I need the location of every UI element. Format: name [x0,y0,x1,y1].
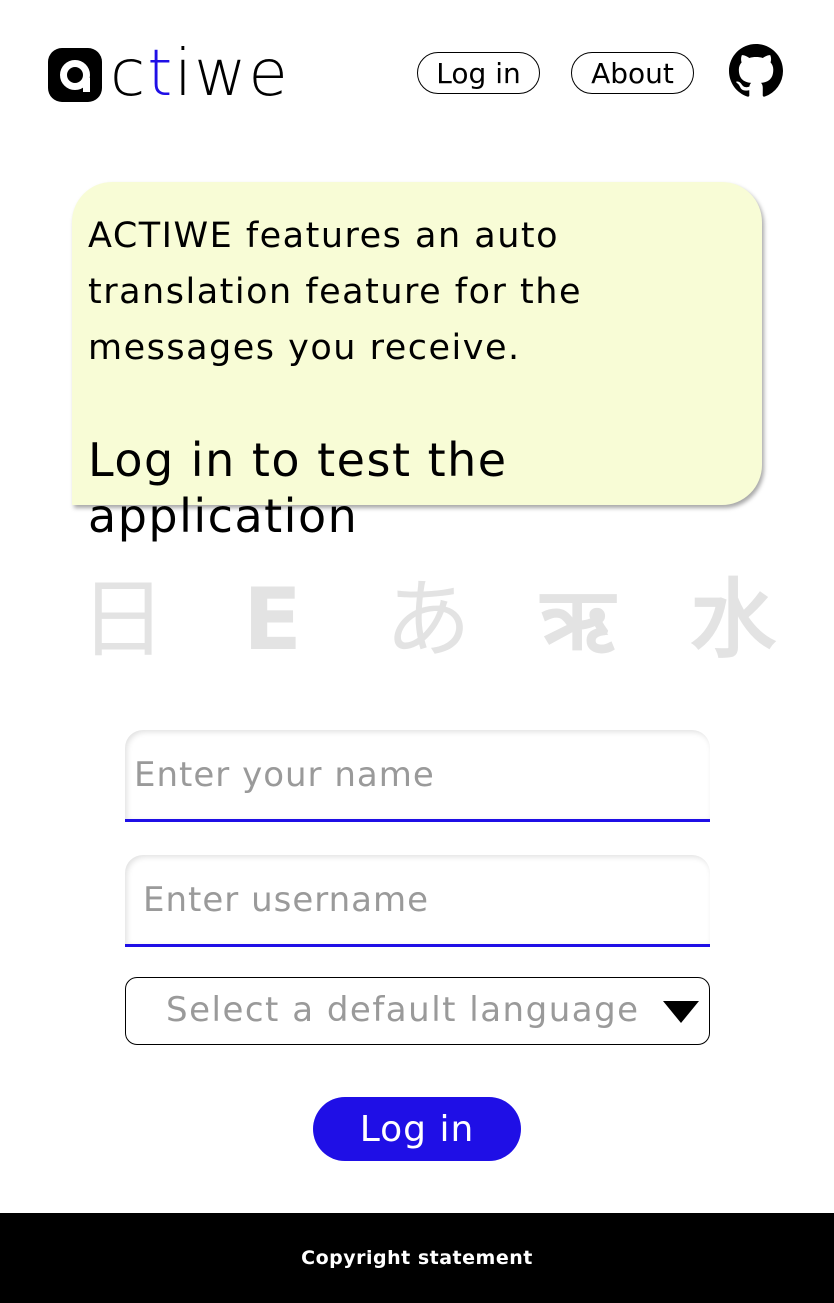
actiwe-logo[interactable]: ctiwe [48,34,290,106]
login-page: ctiwe Log in About ACTIWE features an au… [0,0,834,1303]
name-input[interactable] [125,730,710,819]
nav-login-button[interactable]: Log in [417,52,540,94]
nav-about-button[interactable]: About [571,52,694,94]
language-select-placeholder: Select a default language [166,990,640,1030]
logo-a-mark [48,48,102,102]
glyph-latin: E [243,570,302,670]
info-bubble: ACTIWE features an auto translation feat… [72,182,762,543]
language-select[interactable]: Select a default language [125,977,710,1045]
copyright-text: Copyright statement [301,1247,533,1269]
username-field [125,855,710,947]
glyph-japanese: あ [385,570,471,670]
glyph-chinese: 日 [80,570,166,670]
logo-text-iwe: iwe [174,37,290,111]
login-submit-button[interactable]: Log in [313,1097,521,1161]
username-input[interactable] [125,855,710,944]
logo-text-t: t [147,37,175,111]
glyph-kanji-water: 水 [690,570,776,670]
logo-text-c: c [110,37,148,111]
name-field [125,730,710,822]
feature-description: ACTIWE features an auto translation feat… [88,216,582,368]
login-call-to-action: Log in to test the application [88,433,508,543]
language-glyphs: 日 E あ ऋ 水 [80,565,776,675]
glyph-devanagari: ऋ [540,570,615,670]
header: ctiwe Log in About [0,0,834,140]
github-icon[interactable] [729,44,783,98]
chevron-down-icon [663,1001,699,1023]
footer: Copyright statement [0,1213,834,1303]
